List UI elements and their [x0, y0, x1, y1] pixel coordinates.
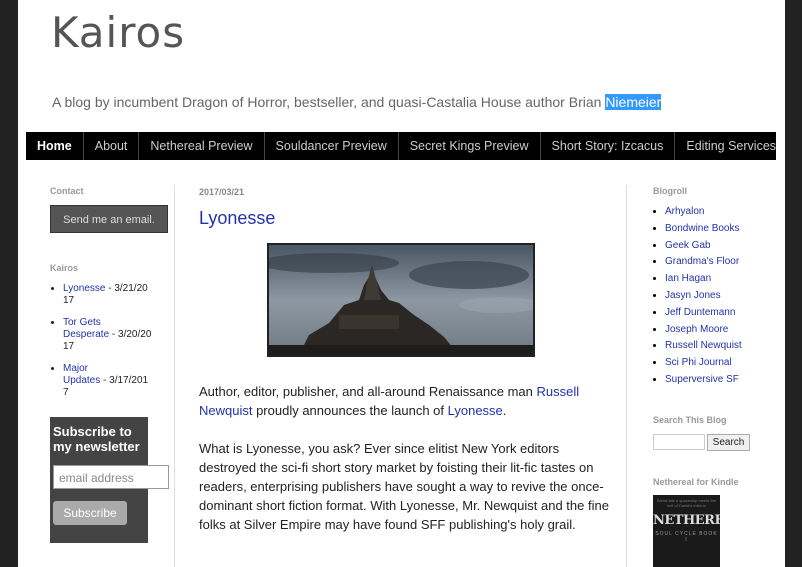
- blogroll-link[interactable]: Jeff Duntemann: [665, 307, 735, 318]
- tab-about[interactable]: About: [84, 132, 140, 160]
- blogroll-link[interactable]: Russell Newquist: [665, 340, 742, 351]
- blog-page: Kairos A blog by incumbent Dragon of Hor…: [18, 0, 785, 567]
- list-item: Lyonesse - 3/21/20 17: [63, 283, 168, 307]
- blogroll-heading: Blogroll: [653, 186, 687, 196]
- newsletter-widget: Subscribe to my newsletter email address…: [50, 417, 169, 543]
- recent-post-link-cont[interactable]: Updates: [63, 375, 100, 386]
- tagline-text: A blog by incumbent Dragon of Horror, be…: [52, 94, 606, 110]
- list-item: Joseph Moore: [665, 324, 742, 337]
- list-item: Sci Phi Journal: [665, 357, 742, 370]
- blogroll-link[interactable]: Sci Phi Journal: [665, 357, 732, 368]
- recent-post-date: - 3/17/201: [100, 375, 149, 386]
- list-item: Jasyn Jones: [665, 290, 742, 303]
- list-item: Arhyalon: [665, 206, 742, 219]
- tab-editing-services[interactable]: Editing Services: [675, 132, 785, 160]
- recent-posts-list: Lyonesse - 3/21/20 17 Tor GetsDesperate -…: [50, 283, 168, 409]
- list-item: Ian Hagan: [665, 273, 742, 286]
- send-email-button[interactable]: Send me an email.: [50, 205, 168, 233]
- blogroll-link[interactable]: Geek Gab: [665, 240, 711, 251]
- right-column-divider: [626, 185, 627, 567]
- list-item: Russell Newquist: [665, 340, 742, 353]
- kindle-heading: Nethereal for Kindle: [653, 477, 739, 487]
- left-column-divider: [174, 185, 175, 567]
- recent-post-link-cont[interactable]: Desperate: [63, 329, 109, 340]
- list-item: Bondwine Books: [665, 223, 742, 236]
- tab-nethereal-preview[interactable]: Nethereal Preview: [139, 132, 265, 160]
- post-text: Author, editor, publisher, and all-aroun…: [199, 384, 537, 399]
- blog-title[interactable]: Kairos: [51, 8, 185, 57]
- blogroll-link[interactable]: Jasyn Jones: [665, 290, 721, 301]
- blogroll-link[interactable]: Grandma's Floor: [665, 256, 739, 267]
- post-paragraph: Author, editor, publisher, and all-aroun…: [199, 382, 609, 420]
- post-text: .: [502, 403, 507, 418]
- blogroll-link[interactable]: Ian Hagan: [665, 273, 711, 284]
- tab-secret-kings-preview[interactable]: Secret Kings Preview: [399, 132, 541, 160]
- email-field[interactable]: email address: [53, 465, 169, 489]
- recent-post-link[interactable]: Major: [63, 363, 88, 374]
- search-input[interactable]: [653, 434, 705, 450]
- book-cover-tagline: Weird tale a spaceship meets the hell of…: [656, 498, 717, 508]
- tab-souldancer-preview[interactable]: Souldancer Preview: [265, 132, 399, 160]
- list-item: Tor GetsDesperate - 3/20/20 17: [63, 317, 168, 353]
- nethereal-book-cover[interactable]: Weird tale a spaceship meets the hell of…: [653, 495, 720, 567]
- post-text: proudly announces the launch of: [252, 403, 448, 418]
- post-body: Author, editor, publisher, and all-aroun…: [199, 382, 609, 553]
- recent-post-date-cont: 17: [63, 341, 75, 352]
- tab-short-story-izcacus[interactable]: Short Story: Izcacus: [541, 132, 676, 160]
- list-item: Superversive SF: [665, 374, 742, 387]
- castle-island-photo: [269, 245, 533, 355]
- post-paragraph: What is Lyonesse, you ask? Ever since el…: [199, 441, 609, 532]
- subscribe-button[interactable]: Subscribe: [53, 501, 127, 525]
- post-date: 2017/03/21: [199, 187, 245, 197]
- list-item: Geek Gab: [665, 240, 742, 253]
- newsletter-title: Subscribe to my newsletter: [53, 424, 140, 454]
- search-button[interactable]: Search: [707, 434, 750, 451]
- archive-heading: Kairos: [50, 263, 79, 273]
- lyonesse-link[interactable]: Lyonesse: [448, 403, 503, 418]
- tagline-selected-text[interactable]: Niemeier: [605, 94, 662, 110]
- recent-post-date: - 3/21/20: [105, 283, 148, 294]
- list-item: MajorUpdates - 3/17/201 7: [63, 363, 168, 399]
- book-cover-subtitle: SOUL CYCLE BOOK I: [655, 531, 718, 543]
- blogroll-link[interactable]: Joseph Moore: [665, 324, 728, 335]
- book-cover-title: NETHEREAL: [653, 513, 720, 528]
- blogroll-link[interactable]: Bondwine Books: [665, 223, 740, 234]
- blogroll-list: Arhyalon Bondwine Books Geek Gab Grandma…: [653, 206, 742, 391]
- post-title[interactable]: Lyonesse: [199, 208, 275, 229]
- recent-post-link[interactable]: Lyonesse: [63, 283, 105, 294]
- recent-post-date: - 3/20/20: [109, 329, 152, 340]
- nav-bar: Home About Nethereal Preview Souldancer …: [26, 132, 776, 160]
- blog-tagline: A blog by incumbent Dragon of Horror, be…: [52, 94, 662, 110]
- recent-post-date-cont: 17: [63, 295, 75, 306]
- contact-heading: Contact: [50, 186, 84, 196]
- list-item: Grandma's Floor: [665, 256, 742, 269]
- blogroll-link[interactable]: Superversive SF: [665, 374, 739, 385]
- post-image[interactable]: [267, 243, 535, 357]
- tab-home[interactable]: Home: [26, 132, 84, 160]
- search-heading: Search This Blog: [653, 415, 727, 425]
- recent-post-date-cont: 7: [63, 387, 69, 398]
- list-item: Jeff Duntemann: [665, 307, 742, 320]
- recent-post-link[interactable]: Tor Gets: [63, 317, 101, 328]
- blogroll-link[interactable]: Arhyalon: [665, 206, 704, 217]
